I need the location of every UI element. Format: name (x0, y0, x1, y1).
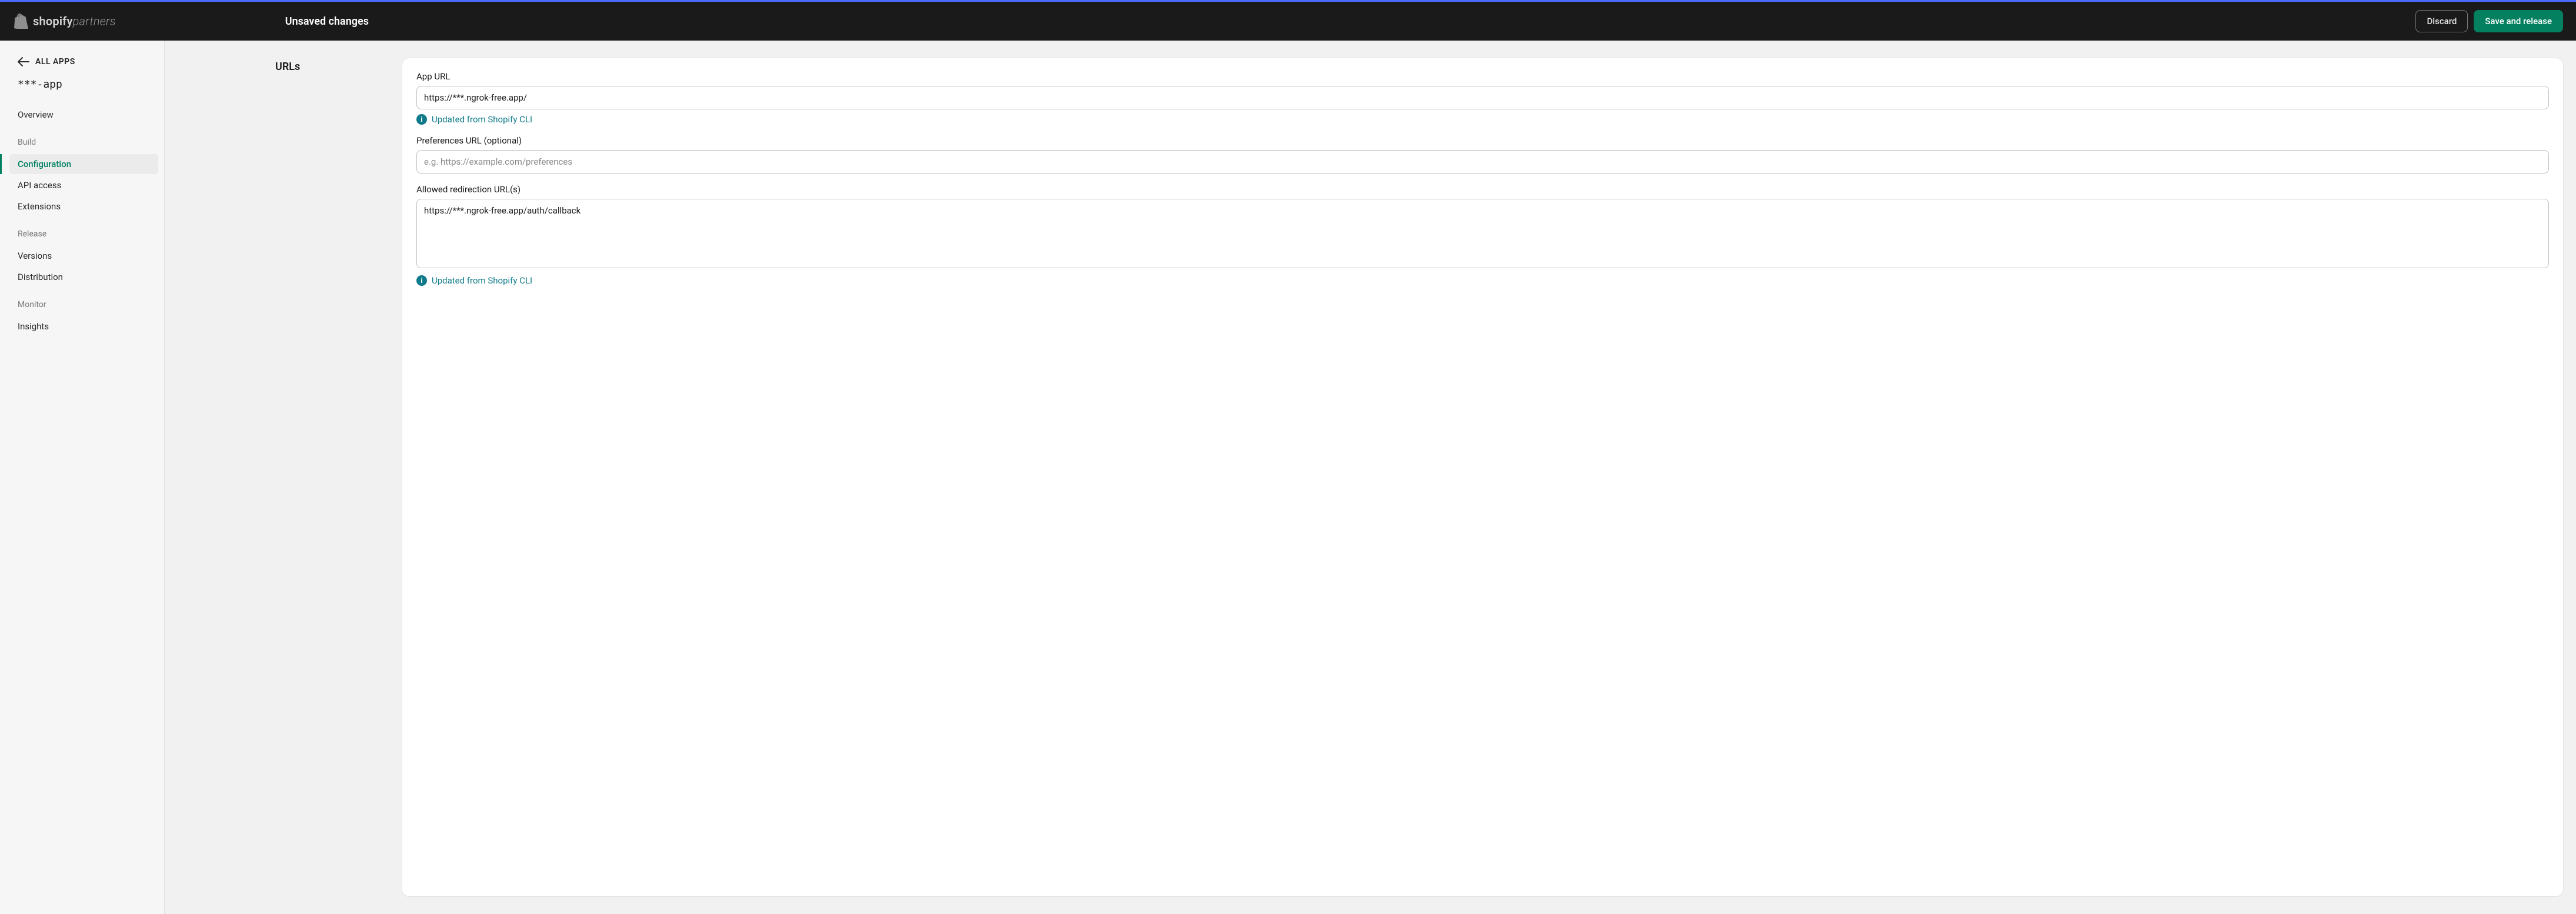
input-preferences-url[interactable] (416, 150, 2549, 174)
field-redirection-urls: Allowed redirection URL(s) i Updated fro… (416, 184, 2549, 286)
brand-text: shopifypartners (33, 14, 116, 28)
unsaved-changes-title: Unsaved changes (116, 15, 2416, 28)
urls-card: App URL i Updated from Shopify CLI Prefe… (402, 58, 2563, 896)
back-label: ALL APPS (35, 57, 75, 66)
label-redirection-urls: Allowed redirection URL(s) (416, 184, 2549, 195)
sidebar-group-monitor: Monitor (9, 295, 158, 314)
info-redir-cli: i Updated from Shopify CLI (416, 275, 2549, 286)
sidebar-group-build: Build (9, 133, 158, 152)
shopify-bag-icon (14, 14, 28, 29)
sidebar-item-api-access[interactable]: API access (9, 175, 158, 195)
back-all-apps[interactable]: ALL APPS (9, 55, 158, 69)
discard-button[interactable]: Discard (2415, 10, 2468, 32)
save-release-button[interactable]: Save and release (2474, 10, 2563, 32)
sidebar-item-distribution[interactable]: Distribution (9, 267, 158, 287)
sidebar-item-versions[interactable]: Versions (9, 246, 158, 266)
section-title-urls: URLs (275, 61, 389, 73)
field-preferences-url: Preferences URL (optional) (416, 135, 2549, 174)
sidebar-group-release: Release (9, 225, 158, 243)
header-actions: Discard Save and release (2415, 10, 2563, 32)
sidebar: ALL APPS ***-app Overview Build Configur… (0, 41, 165, 914)
sidebar-item-insights[interactable]: Insights (9, 316, 158, 336)
info-text: Updated from Shopify CLI (432, 275, 532, 286)
main-content: URLs App URL i Updated from Shopify CLI … (165, 41, 2576, 914)
field-app-url: App URL i Updated from Shopify CLI (416, 71, 2549, 125)
label-app-url: App URL (416, 71, 2549, 82)
brand-logo[interactable]: shopifypartners (14, 14, 116, 29)
info-icon: i (416, 114, 427, 125)
info-app-url-cli: i Updated from Shopify CLI (416, 114, 2549, 125)
info-text: Updated from Shopify CLI (432, 114, 532, 125)
arrow-left-icon (18, 57, 29, 66)
section-header-col: URLs (178, 58, 389, 896)
app-name: ***-app (9, 76, 158, 94)
textarea-redirection-urls[interactable] (416, 199, 2549, 268)
input-app-url[interactable] (416, 86, 2549, 109)
label-preferences-url: Preferences URL (optional) (416, 135, 2549, 146)
sidebar-item-extensions[interactable]: Extensions (9, 196, 158, 216)
sidebar-item-configuration[interactable]: Configuration (9, 154, 158, 174)
header-bar: shopifypartners Unsaved changes Discard … (0, 2, 2576, 41)
sidebar-item-overview[interactable]: Overview (9, 105, 158, 125)
info-icon: i (416, 275, 427, 286)
